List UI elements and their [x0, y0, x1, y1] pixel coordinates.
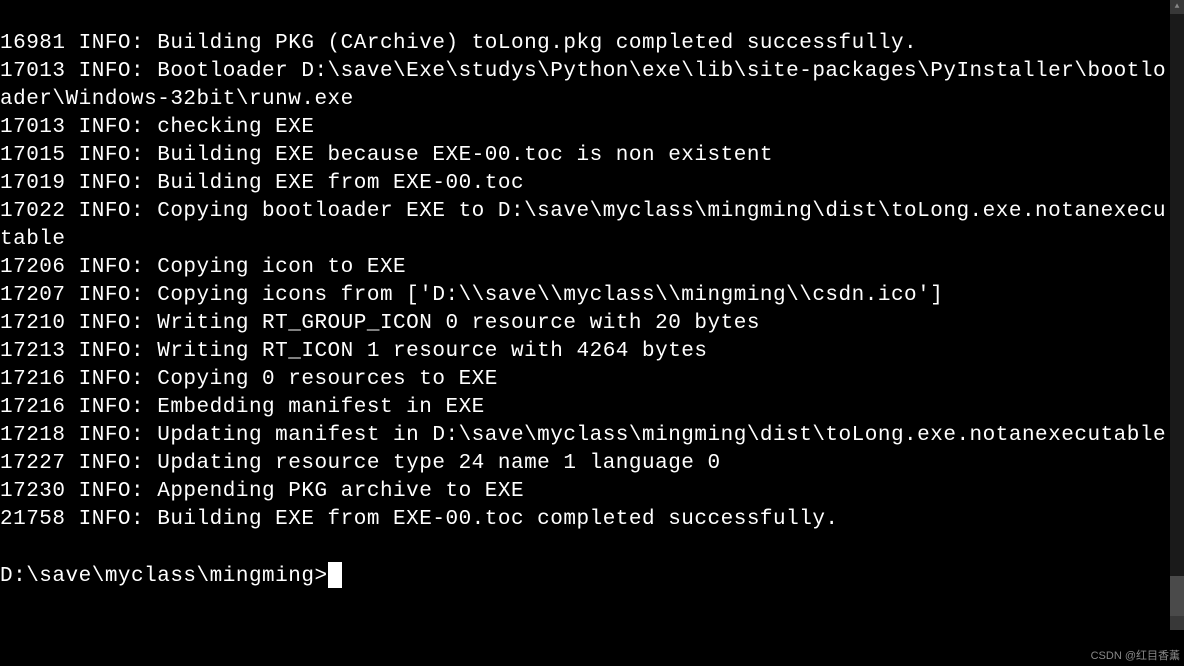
- log-line: 17019 INFO: Building EXE from EXE-00.toc: [0, 172, 524, 195]
- log-line: 17227 INFO: Updating resource type 24 na…: [0, 452, 721, 475]
- log-line: 17230 INFO: Appending PKG archive to EXE: [0, 480, 524, 503]
- scroll-down-button[interactable]: [1170, 616, 1184, 630]
- cursor-icon: [328, 562, 342, 588]
- log-line: 17013 INFO: checking EXE: [0, 116, 314, 139]
- log-line: 17210 INFO: Writing RT_GROUP_ICON 0 reso…: [0, 312, 760, 335]
- log-line: 17013 INFO: Bootloader D:\save\Exe\study…: [0, 60, 1166, 111]
- log-line: 17207 INFO: Copying icons from ['D:\\sav…: [0, 284, 943, 307]
- log-line: 17206 INFO: Copying icon to EXE: [0, 256, 406, 279]
- watermark-text: CSDN @红目香薰: [1091, 647, 1180, 663]
- log-line: 17022 INFO: Copying bootloader EXE to D:…: [0, 200, 1166, 251]
- scroll-thumb[interactable]: [1170, 576, 1184, 616]
- command-prompt: D:\save\myclass\mingming>: [0, 565, 328, 588]
- log-line: 17213 INFO: Writing RT_ICON 1 resource w…: [0, 340, 708, 363]
- log-line: 17216 INFO: Embedding manifest in EXE: [0, 396, 485, 419]
- vertical-scrollbar[interactable]: ▲: [1170, 0, 1184, 630]
- scroll-up-button[interactable]: ▲: [1170, 0, 1184, 14]
- log-line: 17216 INFO: Copying 0 resources to EXE: [0, 368, 498, 391]
- log-line: 17015 INFO: Building EXE because EXE-00.…: [0, 144, 773, 167]
- log-line: 21758 INFO: Building EXE from EXE-00.toc…: [0, 508, 839, 531]
- log-line: 16981 INFO: Building PKG (CArchive) toLo…: [0, 32, 917, 55]
- log-line: 17218 INFO: Updating manifest in D:\save…: [0, 424, 1166, 447]
- terminal-output[interactable]: 16981 INFO: Building PKG (CArchive) toLo…: [0, 0, 1170, 630]
